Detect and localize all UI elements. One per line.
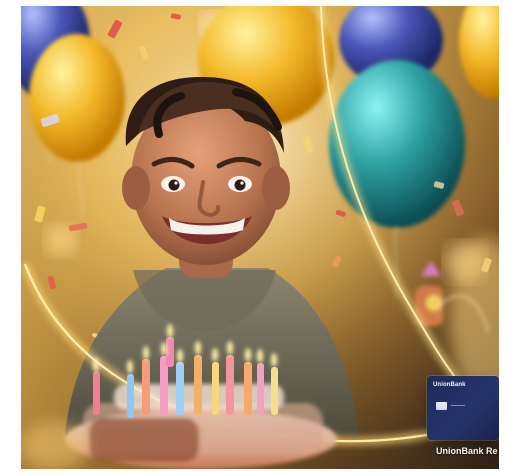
card-chip-icon xyxy=(436,402,447,410)
bank-card-brand: UnionBank xyxy=(433,382,466,388)
card-detail-line xyxy=(451,405,465,406)
photo-frame: UnionBank xyxy=(21,6,499,469)
caption-text: UnionBank Re xyxy=(436,446,498,456)
bank-card: UnionBank xyxy=(427,376,499,440)
